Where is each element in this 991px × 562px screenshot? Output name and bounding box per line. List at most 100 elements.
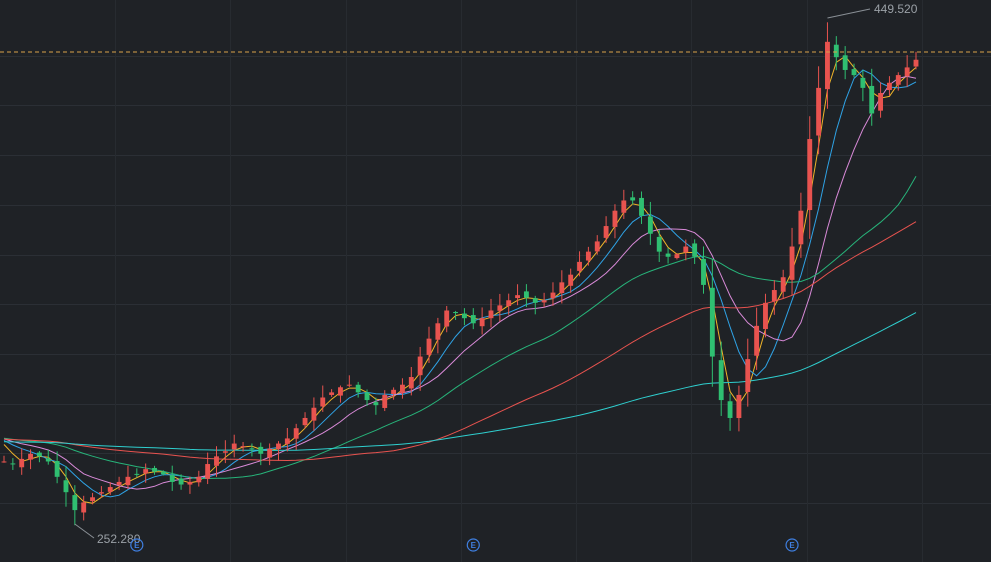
candlestick-chart: 449.520 252.280 EEE (0, 0, 991, 562)
candle-body (382, 394, 388, 408)
candle-body (284, 438, 290, 444)
candle-body (338, 387, 343, 396)
candle-body (453, 312, 459, 314)
candle-body (559, 282, 565, 294)
candle-body (125, 476, 131, 486)
candle-body (36, 452, 42, 457)
event-marker-label: E (134, 541, 140, 550)
candle-body (709, 287, 715, 357)
candle-body (426, 338, 432, 355)
candle-body (143, 469, 149, 474)
candle-body (240, 446, 246, 448)
candle-body (311, 407, 317, 421)
candle-body (196, 476, 202, 483)
ma-line-10 (3, 75, 917, 490)
moving-average-lines (3, 55, 917, 504)
candle-body (400, 384, 405, 393)
candle-body (222, 451, 228, 453)
candle-body (276, 443, 281, 450)
candle-body (497, 305, 503, 311)
candle-body (461, 313, 467, 319)
candle-body (231, 443, 237, 450)
candle-body (745, 359, 751, 392)
candle-body (391, 389, 397, 394)
candle-body (267, 448, 273, 458)
candle-body (488, 310, 494, 319)
candle-body (630, 197, 636, 201)
candle-body (887, 82, 892, 91)
candle-body (444, 310, 450, 327)
candle-body (523, 291, 529, 298)
candle-body (904, 67, 910, 77)
candle-body (842, 55, 848, 70)
candle-body (798, 210, 804, 245)
candle-body (152, 467, 157, 472)
candle-body (683, 246, 689, 253)
candle-body (656, 236, 662, 252)
candles (1, 22, 919, 526)
candle-body (302, 417, 308, 426)
candle-body (895, 75, 901, 85)
low-leader-line (74, 523, 95, 539)
candle-body (45, 458, 51, 462)
candle-body (577, 261, 582, 271)
candle-body (807, 139, 813, 211)
candle-body (355, 384, 361, 393)
candle-body (532, 298, 538, 303)
candle-body (90, 497, 95, 502)
candle-body (612, 210, 618, 227)
event-marker-label: E (471, 541, 477, 550)
candle-body (825, 41, 830, 90)
candle-body (506, 300, 512, 307)
candle-body (214, 456, 219, 466)
candle-body (134, 473, 140, 475)
candle-body (701, 258, 706, 285)
candle-body (160, 472, 166, 475)
candle-body (10, 463, 16, 465)
candle-body (205, 464, 211, 479)
candle-body (727, 401, 733, 418)
candle-body (329, 392, 335, 395)
candle-body (585, 251, 591, 261)
candle-body (63, 480, 69, 493)
candle-body (621, 200, 627, 213)
candle-body (479, 318, 485, 327)
candle-body (116, 481, 122, 485)
candle-body (550, 292, 556, 299)
candle-body (674, 254, 680, 259)
ma-line-45 (3, 221, 917, 462)
candle-body (249, 448, 255, 450)
candle-body (408, 377, 414, 389)
candle-body (258, 446, 264, 454)
candle-body (860, 77, 866, 88)
candle-body (293, 428, 299, 439)
candle-body (19, 458, 25, 468)
candle-body (346, 384, 352, 386)
candle-body (98, 492, 104, 494)
candle-body (647, 216, 653, 234)
candle-body (789, 246, 795, 280)
candle-body (692, 243, 698, 257)
candle-body (878, 93, 884, 111)
candle-body (107, 487, 113, 492)
chart: 449.520 252.280 EEE (0, 0, 991, 562)
candle-body (594, 241, 600, 252)
candle-body (869, 85, 875, 114)
candle-body (665, 253, 671, 257)
candle-body (178, 478, 184, 485)
candle-body (320, 397, 326, 407)
candle-body (364, 392, 370, 401)
candle-body (470, 315, 476, 324)
candle-body (603, 226, 609, 238)
candle-body (1, 461, 7, 463)
ma-line-6 (3, 69, 917, 498)
candle-body (373, 402, 379, 406)
candle-body (515, 295, 520, 299)
grid (0, 0, 991, 562)
ma-line-22 (3, 175, 917, 479)
candle-body (833, 44, 839, 58)
candle-body (763, 302, 768, 330)
candle-body (187, 481, 193, 485)
candle-body (639, 197, 644, 216)
candle-body (780, 277, 786, 292)
